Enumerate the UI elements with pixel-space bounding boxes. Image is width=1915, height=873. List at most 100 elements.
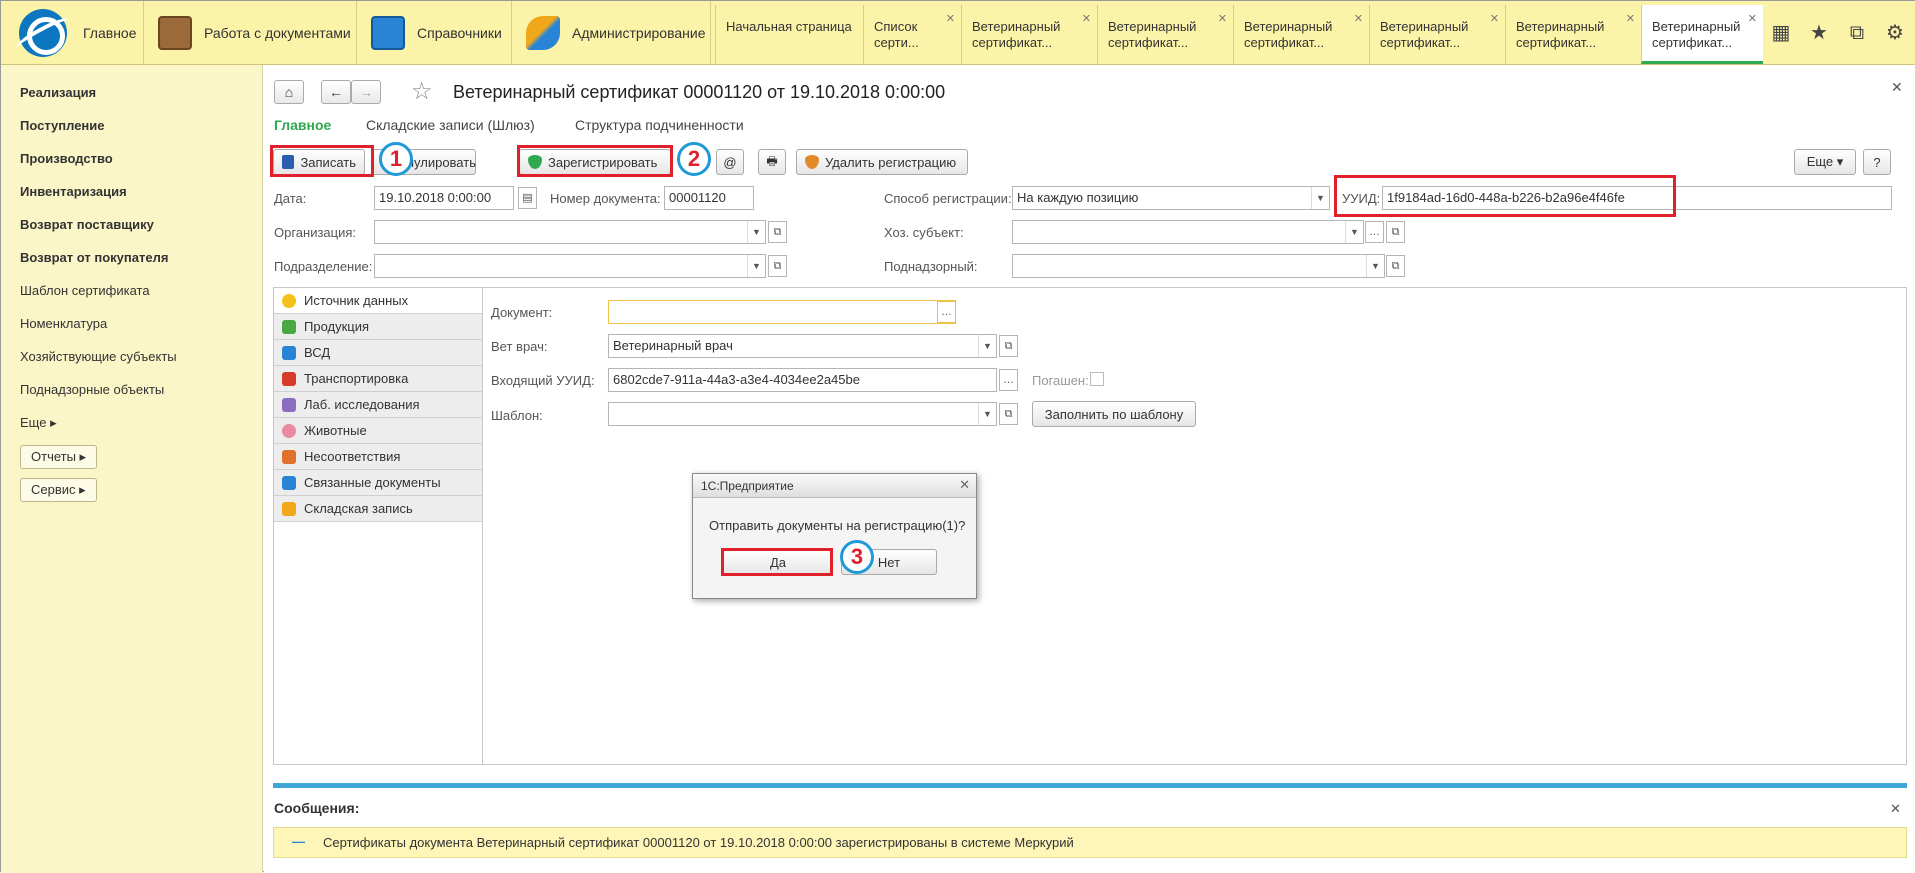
tab-label: Ветеринарный сертификат...	[1380, 19, 1469, 50]
tab-cert-list[interactable]: Список серти... ✕	[863, 5, 961, 64]
delete-registration-button[interactable]: Удалить регистрацию	[796, 149, 968, 175]
section-documents[interactable]: Работа с документами	[144, 1, 357, 64]
select-subject-icon[interactable]: …	[1365, 221, 1384, 243]
favorite-star-icon[interactable]: ☆	[411, 77, 433, 106]
source-document-field[interactable]	[608, 300, 956, 324]
close-icon[interactable]: ✕	[1354, 11, 1363, 27]
close-form-icon[interactable]: ✕	[1891, 79, 1903, 96]
section-admin[interactable]: Администрирование	[512, 1, 711, 64]
doc-number-field[interactable]: 00001120	[664, 186, 754, 210]
print-button[interactable]: 🖶	[758, 149, 786, 175]
gear-icon[interactable]: ⚙	[1881, 19, 1909, 47]
open-supervised-icon[interactable]: ⧉	[1386, 255, 1405, 277]
truck-icon	[282, 372, 296, 386]
close-icon[interactable]: ✕	[959, 477, 970, 493]
tab-vet-cert-5[interactable]: Ветеринарный сертификат... ✕	[1505, 5, 1641, 64]
sidebar-item-production[interactable]: Производство	[20, 151, 113, 166]
subject-select[interactable]: ▼	[1012, 220, 1364, 244]
select-document-icon[interactable]: …	[937, 301, 956, 323]
sidebar-item-nomenclature[interactable]: Номенклатура	[20, 316, 107, 331]
supervised-select[interactable]: ▼	[1012, 254, 1385, 278]
tab-vet-cert-active[interactable]: Ветеринарный сертификат... ✕	[1641, 5, 1763, 64]
message-row[interactable]: — Сертификаты документа Ветеринарный сер…	[273, 827, 1907, 858]
sidebar-item-more[interactable]: Еще ▸	[20, 415, 57, 431]
open-vet-icon[interactable]: ⧉	[999, 335, 1018, 357]
chevron-down-icon[interactable]: ▼	[978, 403, 996, 425]
printer-icon: 🖶	[766, 153, 778, 168]
messages-title: Сообщения:	[274, 800, 360, 816]
incoming-uuid-field[interactable]: 6802cde7-911a-44a3-a3e4-4034ee2a45be	[608, 368, 997, 392]
tab-home[interactable]: Начальная страница	[715, 5, 863, 64]
vet-value: Ветеринарный врач	[613, 338, 733, 353]
sidebar-item-cert-template[interactable]: Шаблон сертификата	[20, 283, 150, 298]
page-related-docs[interactable]: Связанные документы	[274, 470, 482, 496]
page-products[interactable]: Продукция	[274, 314, 482, 340]
chevron-down-icon[interactable]: ▼	[1366, 255, 1384, 277]
close-messages-icon[interactable]: ✕	[1890, 801, 1901, 817]
page-animals[interactable]: Животные	[274, 418, 482, 444]
tab-vet-cert-3[interactable]: Ветеринарный сертификат... ✕	[1233, 5, 1369, 64]
close-icon[interactable]: ✕	[1490, 11, 1499, 27]
chevron-down-icon[interactable]: ▼	[747, 221, 765, 243]
open-subject-icon[interactable]: ⧉	[1386, 221, 1405, 243]
regmode-select[interactable]: На каждую позицию ▼	[1012, 186, 1330, 210]
org-select[interactable]: ▼	[374, 220, 766, 244]
sidebar-item-supervised-objects[interactable]: Поднадзорные объекты	[20, 382, 164, 397]
repaid-checkbox[interactable]	[1090, 372, 1104, 386]
template-select[interactable]: ▼	[608, 402, 997, 426]
star-icon[interactable]: ★	[1805, 19, 1833, 47]
service-button[interactable]: Сервис ▸	[20, 478, 97, 502]
history-icon[interactable]: ⧉	[1843, 19, 1871, 47]
section-main[interactable]: Главное	[1, 1, 144, 64]
sidebar-item-return-supplier[interactable]: Возврат поставщику	[20, 217, 154, 232]
sidebar-item-business-entities[interactable]: Хозяйствующие субъекты	[20, 349, 177, 364]
forward-button[interactable]: →	[351, 80, 381, 104]
collapse-icon[interactable]: —	[292, 834, 305, 849]
open-org-icon[interactable]: ⧉	[768, 221, 787, 243]
calendar-icon[interactable]: ▤	[518, 187, 537, 209]
tab-vet-cert-4[interactable]: Ветеринарный сертификат... ✕	[1369, 5, 1505, 64]
tab-vet-cert-1[interactable]: Ветеринарный сертификат... ✕	[961, 5, 1097, 64]
fill-by-template-button[interactable]: Заполнить по шаблону	[1032, 401, 1196, 427]
close-icon[interactable]: ✕	[1626, 11, 1635, 27]
open-template-icon[interactable]: ⧉	[999, 403, 1018, 425]
page-data-source[interactable]: Источник данных	[274, 288, 482, 314]
open-dept-icon[interactable]: ⧉	[768, 255, 787, 277]
page-vsd[interactable]: ВСД	[274, 340, 482, 366]
sidebar-item-receipts[interactable]: Поступление	[20, 118, 105, 133]
dept-select[interactable]: ▼	[374, 254, 766, 278]
close-icon[interactable]: ✕	[1082, 11, 1091, 27]
select-uuid-icon[interactable]: …	[999, 369, 1018, 391]
page-transport[interactable]: Транспортировка	[274, 366, 482, 392]
chevron-down-icon[interactable]: ▼	[1311, 187, 1329, 209]
sidebar-item-return-customer[interactable]: Возврат от покупателя	[20, 250, 168, 265]
sidebar-item-inventory[interactable]: Инвентаризация	[20, 184, 127, 199]
reports-button[interactable]: Отчеты ▸	[20, 445, 98, 469]
grid-icon[interactable]: ▦	[1767, 19, 1795, 47]
subtab-warehouse-records[interactable]: Складские записи (Шлюз)	[366, 117, 535, 133]
section-reference[interactable]: Справочники	[357, 1, 512, 64]
home-button[interactable]: ⌂	[274, 80, 304, 104]
chevron-down-icon[interactable]: ▼	[747, 255, 765, 277]
date-field[interactable]: 19.10.2018 0:00:00	[374, 186, 514, 210]
vet-select[interactable]: Ветеринарный врач ▼	[608, 334, 997, 358]
close-icon[interactable]: ✕	[1748, 11, 1757, 27]
chevron-down-icon[interactable]: ▼	[1345, 221, 1363, 243]
page-warehouse-record[interactable]: Складская запись	[274, 496, 482, 522]
chevron-down-icon[interactable]: ▼	[978, 335, 996, 357]
confirm-dialog: 1С:Предприятие ✕ Отправить документы на …	[692, 473, 977, 599]
phonebook-icon	[371, 15, 405, 50]
back-button[interactable]: ←	[321, 80, 351, 104]
subtab-structure[interactable]: Структура подчиненности	[575, 117, 744, 133]
email-button[interactable]: @	[716, 149, 744, 175]
page-lab-tests[interactable]: Лаб. исследования	[274, 392, 482, 418]
page-nonconformities[interactable]: Несоответствия	[274, 444, 482, 470]
help-button[interactable]: ?	[1863, 149, 1891, 175]
sidebar-item-sales[interactable]: Реализация	[20, 85, 96, 100]
subtab-main[interactable]: Главное	[274, 117, 331, 133]
close-icon[interactable]: ✕	[1218, 11, 1227, 27]
tab-vet-cert-2[interactable]: Ветеринарный сертификат... ✕	[1097, 5, 1233, 64]
highlight-save	[270, 145, 374, 177]
more-button[interactable]: Еще ▾	[1794, 149, 1856, 175]
close-icon[interactable]: ✕	[946, 11, 955, 27]
